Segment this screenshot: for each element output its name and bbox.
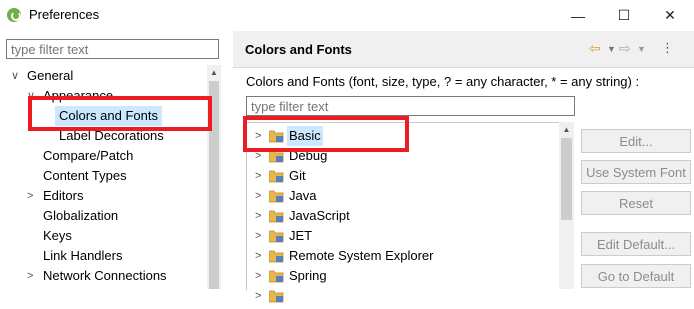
chevron-right-icon[interactable]: > — [255, 186, 261, 206]
view-menu-icon[interactable]: ⋮ — [661, 40, 674, 56]
minimize-button[interactable]: — — [555, 0, 601, 31]
left-filter-input[interactable] — [6, 39, 219, 59]
go-to-default-button[interactable]: Go to Default — [581, 264, 691, 288]
tree-item[interactable]: ∨ General — [0, 66, 207, 86]
reset-button[interactable]: Reset — [581, 191, 691, 215]
tree-item[interactable]: Keys — [0, 226, 207, 246]
scroll-up-arrow-icon[interactable]: ▲ — [207, 65, 221, 79]
right-scrollbar[interactable]: ▲ — [559, 122, 574, 289]
highlight-box-basic — [243, 116, 409, 152]
tree-item[interactable]: Globalization — [0, 206, 207, 226]
tree-item-label: Keys — [43, 228, 72, 243]
forward-arrow-icon[interactable]: ⇨ — [619, 40, 631, 57]
tree-item[interactable]: Link Handlers — [0, 246, 207, 266]
chevron-right-icon[interactable]: > — [255, 246, 261, 266]
chevron-right-icon[interactable]: > — [255, 286, 261, 306]
color-category-item[interactable]: > JET — [247, 226, 559, 246]
page-header: Colors and Fonts ⇦ ▼ ⇨ ▼ ⋮ — [233, 31, 694, 68]
tree-item[interactable]: > Editors — [0, 186, 207, 206]
tree-item[interactable]: > Network Connections — [0, 266, 207, 286]
folder-icon — [268, 169, 285, 183]
color-category-item[interactable]: > Java — [247, 186, 559, 206]
color-category-label: Remote System Explorer — [289, 248, 434, 263]
edit-default-button[interactable]: Edit Default... — [581, 232, 691, 256]
color-category-label: JET — [289, 228, 313, 243]
maximize-button[interactable]: ☐ — [601, 0, 647, 31]
tree-item-label: Editors — [43, 188, 84, 203]
folder-icon — [268, 209, 285, 223]
highlight-box-colors-and-fonts — [28, 96, 212, 131]
tree-item[interactable]: Content Types — [0, 166, 207, 186]
tree-item-label: Globalization — [43, 208, 119, 223]
right-filter-input[interactable] — [246, 96, 575, 116]
tree-item-label: Link Handlers — [43, 248, 123, 263]
chevron-right-icon[interactable]: > — [255, 226, 261, 246]
tree-item-label: Network Connections — [43, 268, 167, 283]
back-menu-chevron-icon[interactable]: ▼ — [607, 44, 616, 54]
title-bar: Preferences — ☐ ✕ — [0, 0, 694, 31]
tree-item-label: General — [27, 68, 74, 83]
color-category-label: Git — [289, 168, 306, 183]
scroll-up-arrow-icon[interactable]: ▲ — [559, 122, 574, 136]
back-arrow-icon[interactable]: ⇦ — [589, 40, 601, 57]
color-category-item[interactable]: > Remote System Explorer — [247, 246, 559, 266]
folder-icon — [268, 229, 285, 243]
folder-icon — [268, 269, 285, 283]
preference-tree-pane: ∨General∨AppearanceColors and FontsLabel… — [0, 31, 226, 289]
chevron-down-icon[interactable]: ∨ — [11, 66, 19, 86]
color-category-label: JavaScript — [289, 208, 350, 223]
chevron-right-icon[interactable]: > — [255, 266, 261, 286]
colors-fonts-pane: Colors and Fonts ⇦ ▼ ⇨ ▼ ⋮ Colors and Fo… — [233, 31, 694, 303]
close-button[interactable]: ✕ — [647, 0, 693, 31]
tree-item[interactable]: Compare/Patch — [0, 146, 207, 166]
tree-item-label: Compare/Patch — [43, 148, 134, 163]
chevron-right-icon[interactable]: > — [27, 186, 33, 206]
chevron-right-icon[interactable]: > — [255, 206, 261, 226]
color-category-item[interactable]: > Git — [247, 166, 559, 186]
folder-icon — [268, 289, 285, 303]
use-system-font-button[interactable]: Use System Font — [581, 160, 691, 184]
color-category-label: Spring — [289, 268, 327, 283]
chevron-right-icon[interactable]: > — [27, 266, 33, 286]
chevron-right-icon[interactable]: > — [255, 166, 261, 186]
color-category-label: Java — [289, 188, 317, 203]
right-scroll-thumb[interactable] — [561, 138, 572, 220]
color-category-item[interactable]: > JavaScript — [247, 206, 559, 226]
forward-menu-chevron-icon[interactable]: ▼ — [637, 44, 646, 54]
folder-icon — [268, 189, 285, 203]
description-label: Colors and Fonts (font, size, type, ? = … — [246, 74, 640, 89]
tree-item-label: Content Types — [43, 168, 127, 183]
spring-logo-icon — [7, 8, 21, 22]
window-title: Preferences — [29, 7, 100, 22]
color-category-item[interactable]: > Spring — [247, 266, 559, 286]
color-category-item[interactable]: > — [247, 286, 559, 306]
page-title: Colors and Fonts — [245, 42, 352, 57]
edit-button[interactable]: Edit... — [581, 129, 691, 153]
folder-icon — [268, 249, 285, 263]
